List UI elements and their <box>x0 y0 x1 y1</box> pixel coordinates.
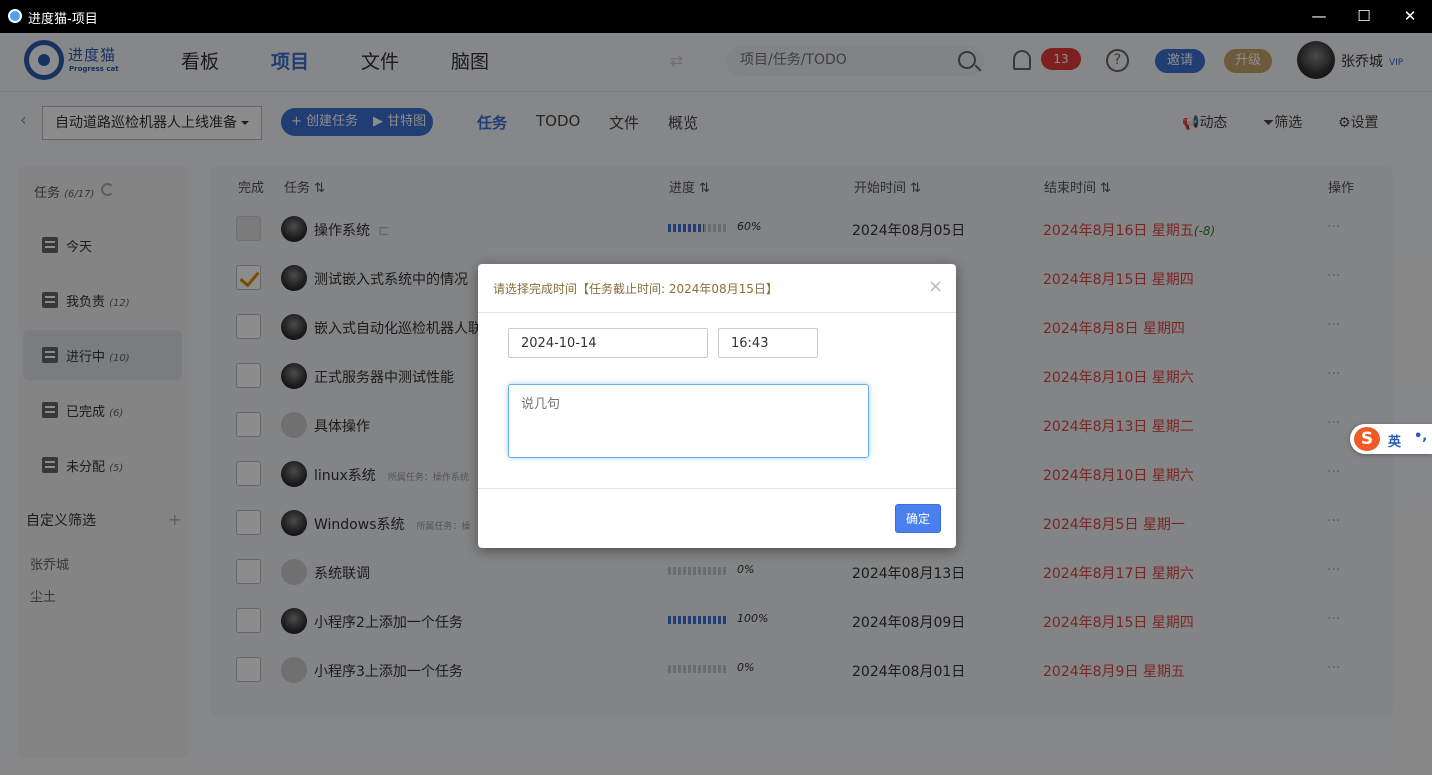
confirm-button[interactable]: 确定 <box>895 504 941 533</box>
divider <box>478 312 956 313</box>
ime-toolbar[interactable]: S 英 •, <box>1350 424 1432 454</box>
completion-time-input[interactable] <box>718 328 818 358</box>
window-titlebar: 进度猫-项目 — ☐ ✕ <box>0 0 1432 33</box>
divider <box>478 488 956 489</box>
completion-time-dialog: 请选择完成时间【任务截止时间: 2024年08月15日】 × 确定 <box>478 264 956 548</box>
dialog-close-icon[interactable]: × <box>928 276 943 297</box>
minimize-button[interactable]: — <box>1307 6 1331 26</box>
completion-date-input[interactable] <box>508 328 708 358</box>
maximize-button[interactable]: ☐ <box>1352 6 1376 26</box>
window-title: 进度猫-项目 <box>28 12 98 27</box>
ime-punct-label[interactable]: •, <box>1414 429 1427 444</box>
sogou-logo-icon: S <box>1354 427 1380 451</box>
dialog-title: 请选择完成时间【任务截止时间: 2024年08月15日】 <box>493 282 778 296</box>
ime-mode-label[interactable]: 英 <box>1388 431 1401 450</box>
comment-textarea[interactable] <box>508 384 869 458</box>
app-icon <box>8 9 22 23</box>
close-window-button[interactable]: ✕ <box>1398 6 1422 26</box>
